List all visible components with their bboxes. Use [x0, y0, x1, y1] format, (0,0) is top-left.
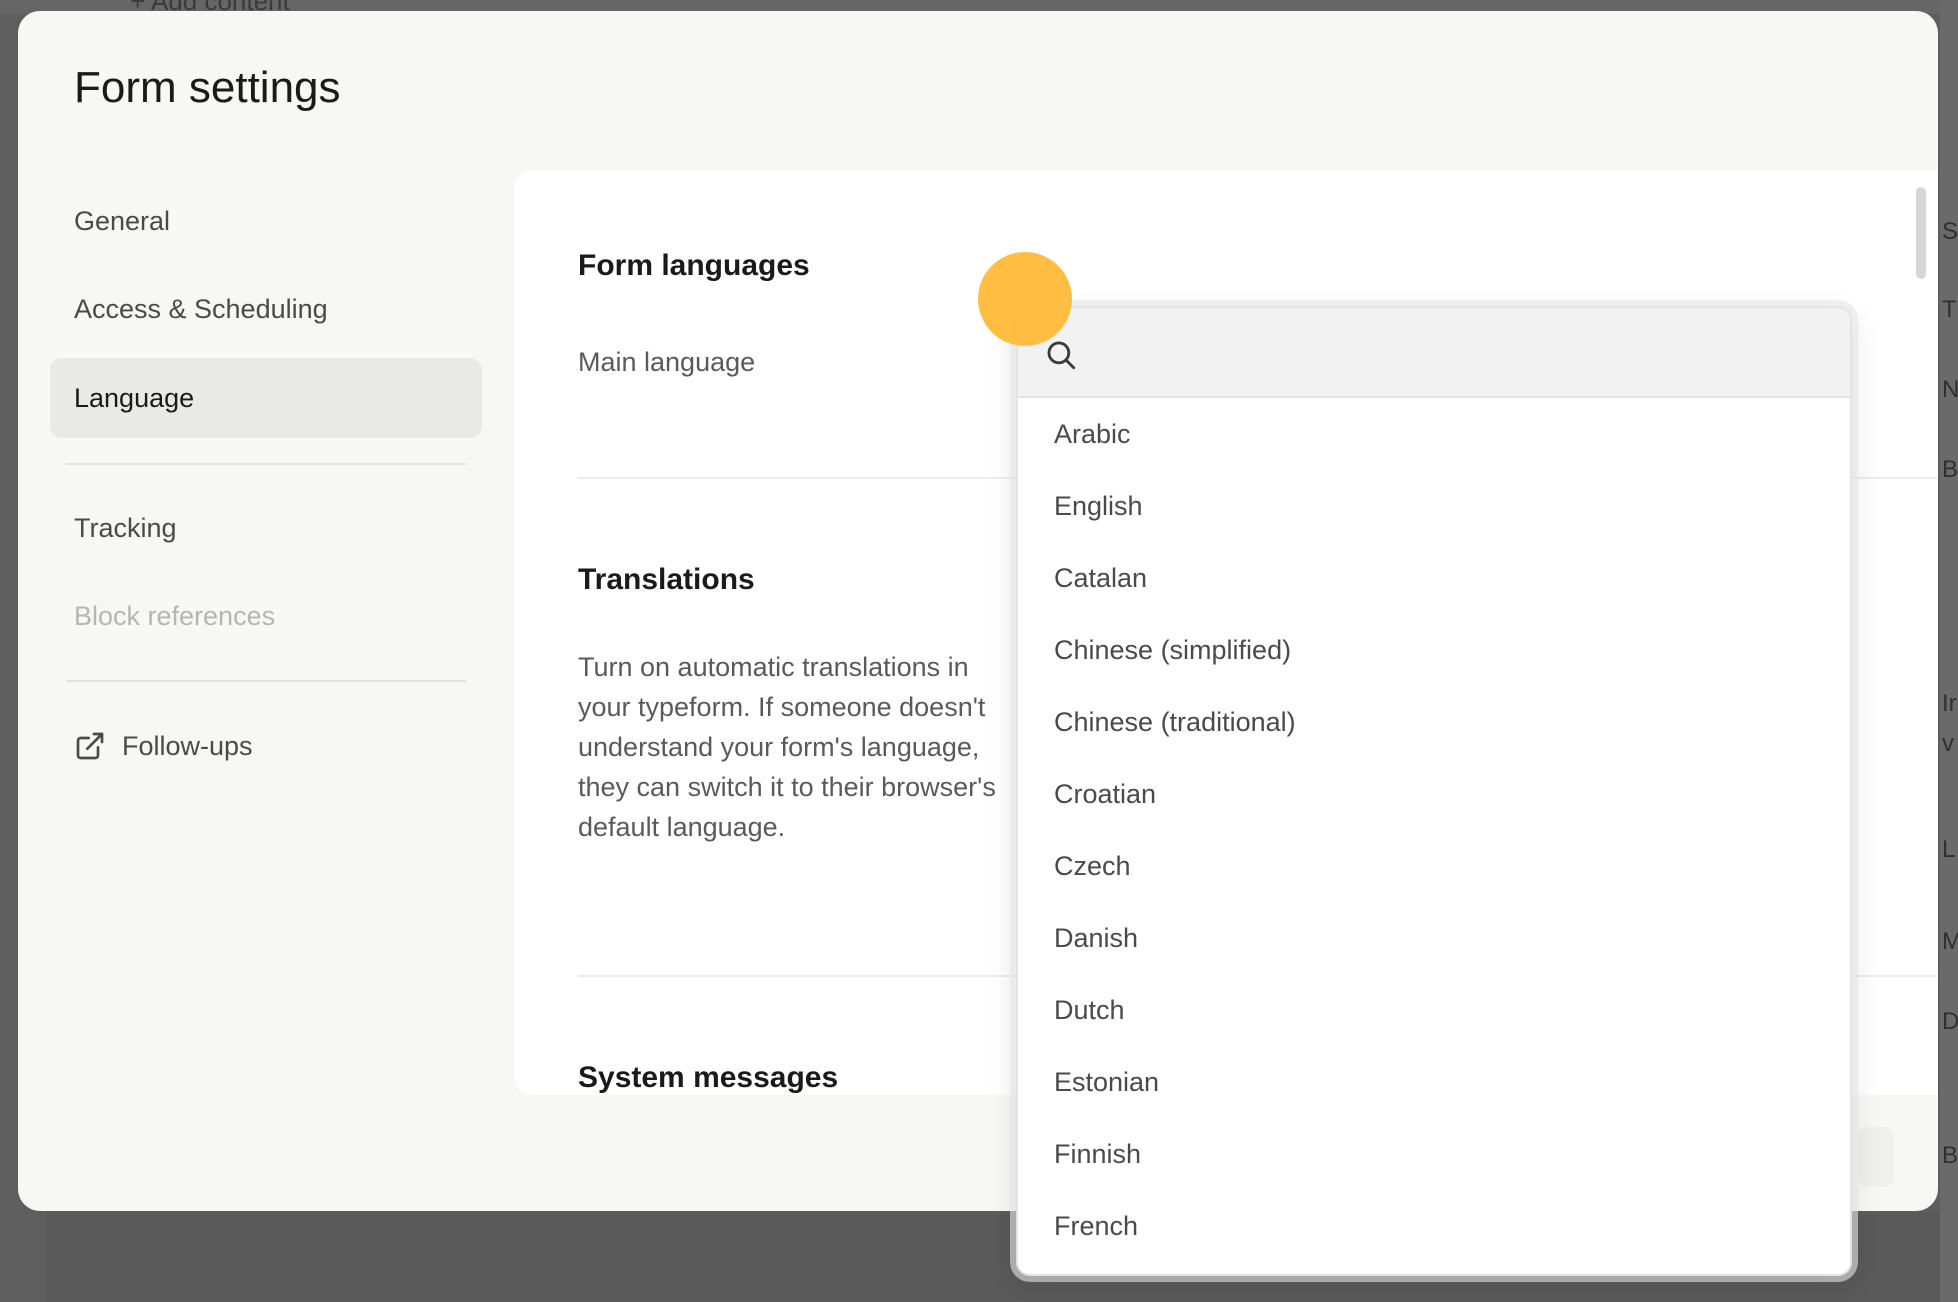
translations-description: Turn on automatic translations in your t…: [578, 652, 996, 842]
nav-item-label: Follow-ups: [122, 730, 253, 761]
language-option[interactable]: Arabic: [1018, 398, 1850, 470]
language-option[interactable]: Chinese (simplified): [1018, 614, 1850, 686]
background-letter: D: [1942, 1008, 1958, 1035]
form-languages-title: Form languages: [578, 249, 810, 282]
language-option[interactable]: English: [1018, 470, 1850, 542]
modal-title: Form settings: [74, 63, 341, 112]
content-scrollbar[interactable]: [1916, 187, 1926, 279]
system-messages-title: System messages: [578, 1061, 839, 1094]
language-option[interactable]: Dutch: [1018, 974, 1850, 1046]
cursor-indicator: [978, 252, 1072, 346]
external-link-icon: [76, 732, 104, 760]
language-option[interactable]: Danish: [1018, 902, 1850, 974]
background-letter: S: [1942, 218, 1958, 245]
nav-item-label: Block references: [74, 600, 276, 631]
language-option[interactable]: Finnish: [1018, 1118, 1850, 1190]
background-right-column: S T N B Ir v L M D B: [1940, 0, 1958, 1302]
background-letter: B: [1942, 456, 1958, 483]
nav-divider: [66, 680, 466, 682]
language-option[interactable]: Catalan: [1018, 542, 1850, 614]
nav-item-access-scheduling[interactable]: Access & Scheduling: [50, 269, 482, 349]
footer-button[interactable]: [1858, 1127, 1894, 1187]
translations-title: Translations: [578, 563, 755, 596]
nav-item-general[interactable]: General: [50, 181, 482, 261]
language-option[interactable]: Chinese (traditional): [1018, 686, 1850, 758]
language-option[interactable]: Estonian: [1018, 1046, 1850, 1118]
language-option[interactable]: French: [1018, 1190, 1850, 1262]
nav-item-language[interactable]: Language: [50, 358, 482, 438]
language-option[interactable]: Croatian: [1018, 758, 1850, 830]
nav-divider: [66, 463, 466, 465]
nav-item-tracking[interactable]: Tracking: [50, 488, 482, 568]
background-letter: N: [1942, 376, 1958, 403]
language-dropdown: Arabic English Catalan Chinese (simplifi…: [1016, 306, 1852, 1276]
nav-item-label: Access & Scheduling: [74, 293, 328, 324]
nav-item-block-references: Block references: [50, 576, 482, 656]
language-search-bar: [1018, 308, 1850, 398]
background-letter: B: [1942, 1142, 1958, 1169]
nav-item-label: General: [74, 205, 171, 236]
search-icon: [1047, 341, 1076, 370]
background-letter: T: [1942, 296, 1957, 323]
nav-item-follow-ups[interactable]: Follow-ups: [50, 706, 482, 786]
background-letter: L: [1942, 836, 1956, 863]
nav-item-label: Tracking: [74, 512, 177, 543]
nav-item-label: Language: [74, 382, 195, 413]
language-option[interactable]: Czech: [1018, 830, 1850, 902]
background-letter: Ir: [1942, 690, 1957, 717]
main-language-label: Main language: [578, 347, 756, 377]
background-letter: M: [1942, 928, 1958, 955]
background-letter: v: [1942, 730, 1954, 757]
language-search-input[interactable]: [1094, 328, 1814, 378]
